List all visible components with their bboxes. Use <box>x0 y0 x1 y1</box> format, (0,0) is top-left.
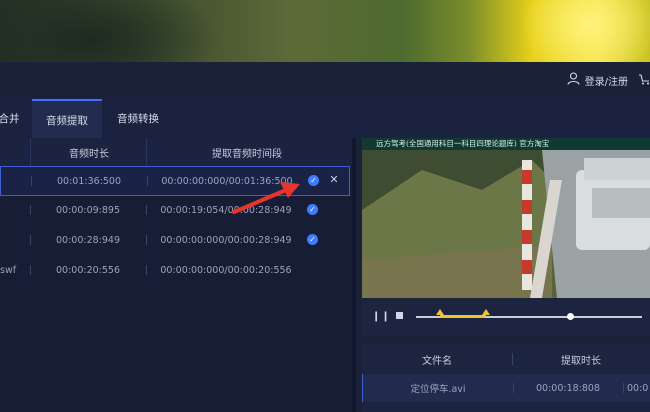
login-label: 登录/注册 <box>584 76 628 88</box>
table-row[interactable]: 00:01:36:500 00:00:00:000/00:01:36:500 ✓… <box>0 166 350 196</box>
tab-merge[interactable]: 合并 <box>0 99 24 138</box>
row-segment: 00:00:00:000/00:00:20:556 <box>160 264 292 276</box>
row-duration: 00:00:28:949 <box>56 234 120 246</box>
tab-bar: 合并 音频提取 音频转换 <box>0 98 650 140</box>
table-row[interactable]: 定位停车.avi 00:00:18:808 00:0 <box>362 374 650 402</box>
end-marker-handle[interactable] <box>482 309 490 315</box>
row-divider <box>623 383 624 393</box>
row-name: swf <box>0 264 17 276</box>
playback-controls: ❙❙ <box>362 298 650 336</box>
row-duration: 00:00:20:556 <box>56 264 120 276</box>
tab-audio-extract[interactable]: 音频提取 <box>32 99 102 140</box>
row-duration: 00:01:36:500 <box>57 175 121 187</box>
column-segment: 提取音频时间段 <box>146 138 347 166</box>
banner-flower <box>520 0 650 62</box>
stop-button[interactable] <box>396 312 403 319</box>
row-segment: 00:00:19:054/00:00:28:949 <box>160 204 292 216</box>
cart-icon[interactable] <box>638 72 650 86</box>
close-icon[interactable]: ✕ <box>328 173 340 187</box>
check-icon[interactable]: ✓ <box>307 234 318 245</box>
column-extract-duration: 提取时长 <box>561 355 601 367</box>
row-segment: 00:00:00:000/00:00:28:949 <box>160 234 292 246</box>
output-table: 文件名 提取时长 定位停车.avi 00:00:18:808 00:0 <box>362 344 650 412</box>
user-icon <box>567 72 580 88</box>
table-row[interactable]: 00:00:09:895 00:00:19:054/00:00:28:949 ✓ <box>0 196 350 224</box>
output-duration: 00:00:18:808 <box>536 382 600 394</box>
video-preview[interactable]: 远方驾考(全国通用科目一科目四理论题库) 官方淘宝 <box>362 138 650 298</box>
row-duration: 00:00:09:895 <box>56 204 120 216</box>
playhead-knob[interactable] <box>567 313 574 320</box>
timeline-selection <box>440 315 486 318</box>
output-extra: 00:0 <box>627 382 649 394</box>
preview-panel: 远方驾考(全国通用科目一科目四理论题库) 官方淘宝 ❙❙ 文件名 提取时长 定位… <box>356 138 650 412</box>
table-row[interactable]: swf 00:00:20:556 00:00:00:000/00:00:20:5… <box>0 256 350 284</box>
file-table-header: 音频时长 提取音频时间段 <box>0 138 352 166</box>
start-marker-handle[interactable] <box>436 309 444 315</box>
tab-audio-convert[interactable]: 音频转换 <box>104 99 172 138</box>
check-icon[interactable]: ✓ <box>307 204 318 215</box>
video-frame <box>362 150 650 298</box>
banner-shadow <box>0 0 220 62</box>
file-list-panel: 音频时长 提取音频时间段 00:01:36:500 00:00:00:000/0… <box>0 138 352 412</box>
table-row[interactable]: 00:00:28:949 00:00:00:000/00:00:28:949 ✓ <box>0 226 350 254</box>
pause-button[interactable]: ❙❙ <box>372 311 391 322</box>
top-bar: 登录/注册 <box>0 62 650 98</box>
video-caption: 远方驾考(全国通用科目一科目四理论题库) 官方淘宝 <box>362 138 650 150</box>
row-segment: 00:00:00:000/00:01:36:500 <box>161 175 293 187</box>
column-duration: 音频时长 <box>30 138 147 166</box>
banner-image <box>0 0 650 62</box>
output-filename: 定位停车.avi <box>410 384 466 395</box>
login-button[interactable]: 登录/注册 <box>567 62 628 98</box>
column-filename: 文件名 <box>422 355 452 367</box>
check-icon[interactable]: ✓ <box>308 175 319 186</box>
